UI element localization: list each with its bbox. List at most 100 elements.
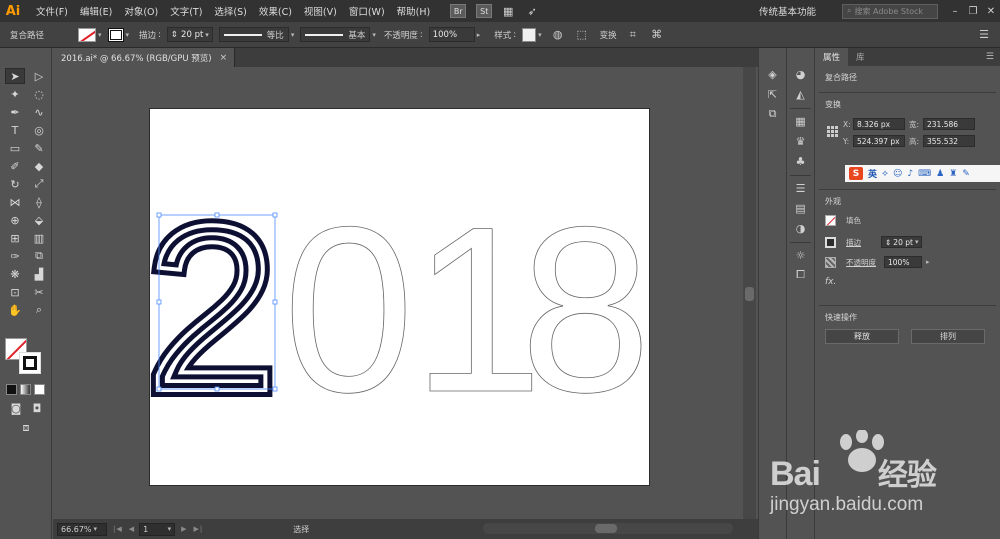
reference-point-icon[interactable] (827, 126, 838, 137)
zoom-field[interactable]: 66.67% ▾ (57, 522, 107, 536)
digit-0[interactable]: 0 (283, 178, 415, 443)
stroke-color-control[interactable]: ▾ (107, 27, 129, 42)
eraser-tool-icon[interactable]: ◆ (29, 158, 49, 174)
workspace-switcher[interactable]: 传统基本功能 (759, 4, 816, 18)
menu-edit[interactable]: 编辑(E) (80, 4, 112, 18)
document-tab[interactable]: 2016.ai* @ 66.67% (RGB/GPU 预览) × (53, 48, 235, 67)
color-mode-icon[interactable] (6, 384, 17, 395)
opacity-field[interactable]: 100% ▸ (428, 27, 480, 42)
opacity-swatch[interactable] (825, 256, 836, 268)
graph-tool-icon[interactable]: ▟ (29, 266, 49, 282)
stroke-panel-icon[interactable]: ☰ (791, 180, 811, 196)
shaper-tool-icon[interactable]: ✐ (5, 158, 25, 174)
minimize-button[interactable]: – (946, 6, 964, 17)
wrench-icon[interactable]: ✎ (962, 169, 970, 179)
layers-icon[interactable]: ◈ (763, 66, 783, 82)
stroke-label[interactable]: 描边 (139, 29, 156, 41)
keyboard-icon[interactable]: ⌨ (918, 169, 931, 179)
hscroll-thumb[interactable] (595, 524, 617, 533)
panel-options-icon[interactable]: ☰ (986, 48, 994, 66)
graphic-style-picker[interactable]: ▾ (522, 27, 542, 42)
scroll-thumb[interactable] (745, 287, 754, 301)
paintbrush-tool-icon[interactable]: ✎ (29, 140, 49, 156)
stroke-weight-field[interactable]: ⇕ 20 pt ▾ (166, 27, 213, 42)
transparency-icon[interactable]: ◑ (791, 220, 811, 236)
none-mode-icon[interactable] (34, 384, 45, 395)
menu-select[interactable]: 选择(S) (214, 4, 246, 18)
menu-type[interactable]: 文字(T) (170, 4, 202, 18)
menu-view[interactable]: 视图(V) (304, 4, 337, 18)
close-window-button[interactable]: ✕ (982, 6, 1000, 17)
menu-effect[interactable]: 效果(C) (259, 4, 292, 18)
tab-libraries[interactable]: 库 (848, 48, 873, 66)
color-guide-icon[interactable]: ◭ (791, 86, 811, 102)
horizontal-scrollbar[interactable] (483, 523, 733, 534)
digit-8[interactable]: 8 (520, 178, 652, 443)
ime-mode[interactable]: 英 (868, 167, 877, 180)
height-field[interactable]: 355.532 (923, 135, 975, 147)
stroke-color-icon[interactable] (19, 352, 41, 374)
align-icon[interactable]: ⬚ (574, 27, 590, 43)
slice-tool-icon[interactable]: ✂ (29, 284, 49, 300)
spiral-tool-icon[interactable]: ◎ (29, 122, 49, 138)
select-similar-icon[interactable]: ⌘ (649, 27, 665, 43)
recolor-artwork-icon[interactable]: ◍ (550, 27, 566, 43)
brush-definition[interactable]: 基本 ▾ (300, 27, 376, 42)
opacity-label[interactable]: 不透明度 (846, 257, 876, 268)
stroke-label[interactable]: 描边 (846, 237, 861, 248)
free-transform-tool-icon[interactable]: ⟠ (29, 194, 49, 210)
color-icon[interactable]: ◕ (791, 66, 811, 82)
maximize-button[interactable]: ❐ (964, 6, 982, 17)
mesh-tool-icon[interactable]: ⊞ (5, 230, 25, 246)
punctuation-icon[interactable]: ⟡ (882, 169, 888, 179)
lasso-tool-icon[interactable]: ◌ (29, 86, 49, 102)
tab-properties[interactable]: 属性 (815, 48, 849, 66)
prev-artboard-icon[interactable]: ◀ (129, 525, 135, 533)
artboard[interactable]: 2 2 0 1 8 (139, 109, 652, 485)
gradient-panel-icon[interactable]: ▤ (791, 200, 811, 216)
fill-stroke-control[interactable] (5, 338, 45, 378)
magic-wand-tool-icon[interactable]: ✦ (5, 86, 25, 102)
release-button[interactable]: 释放 (825, 329, 899, 344)
gradient-mode-icon[interactable] (20, 384, 31, 395)
graphic-styles-icon[interactable]: ⧠ (791, 267, 811, 283)
width-field[interactable]: 231.586 (923, 118, 975, 130)
vertical-scrollbar[interactable] (743, 67, 756, 519)
menu-help[interactable]: 帮助(H) (397, 4, 431, 18)
close-tab-icon[interactable]: × (220, 53, 228, 63)
live-paint-tool-icon[interactable]: ⬙ (29, 212, 49, 228)
isolate-group-icon[interactable]: ⌗ (625, 27, 641, 43)
bridge-button[interactable]: Br (450, 4, 467, 18)
hand-tool-icon[interactable]: ✋ (5, 302, 25, 318)
transform-button[interactable]: 变换 (600, 29, 617, 41)
opacity-label[interactable]: 不透明度 (384, 29, 418, 41)
artboards-icon[interactable]: ⧉ (763, 106, 783, 122)
symbol-sprayer-tool-icon[interactable]: ❋ (5, 266, 25, 282)
rotate-tool-icon[interactable]: ↻ (5, 176, 25, 192)
stroke-weight-field[interactable]: ⇕ 20 pt ▾ (881, 236, 923, 248)
asset-export-icon[interactable]: ⇱ (763, 86, 783, 102)
fill-swatch[interactable] (825, 215, 836, 226)
curvature-tool-icon[interactable]: ∿ (29, 104, 49, 120)
arrange-button[interactable]: 排列 (911, 329, 985, 344)
pen-tool-icon[interactable]: ✒ (5, 104, 25, 120)
gradient-tool-icon[interactable]: ▥ (29, 230, 49, 246)
x-position-field[interactable]: 8.326 px (853, 118, 905, 130)
menu-file[interactable]: 文件(F) (36, 4, 68, 18)
stock-search-input[interactable]: ⌕ 搜索 Adobe Stock (842, 3, 938, 19)
swatches-icon[interactable]: ▦ (791, 113, 811, 129)
menu-object[interactable]: 对象(O) (124, 4, 158, 18)
stroke-swatch[interactable] (825, 236, 836, 248)
artboard-number-field[interactable]: 1 ▾ (139, 522, 176, 536)
type-tool-icon[interactable]: T (5, 122, 25, 138)
gpu-performance-icon[interactable]: ➶ (524, 3, 540, 19)
artboard-tool-icon[interactable]: ⊡ (5, 284, 25, 300)
rectangle-tool-icon[interactable]: ▭ (5, 140, 25, 156)
eyedropper-tool-icon[interactable]: ✑ (5, 248, 25, 264)
shape-builder-tool-icon[interactable]: ⊕ (5, 212, 25, 228)
digit-2-selected[interactable]: 2 2 (139, 170, 284, 448)
y-position-field[interactable]: 524.397 px (853, 135, 905, 147)
emoji-icon[interactable]: ☺ (893, 169, 902, 179)
zoom-tool-icon[interactable]: ⌕ (29, 302, 49, 318)
width-tool-icon[interactable]: ⋈ (5, 194, 25, 210)
